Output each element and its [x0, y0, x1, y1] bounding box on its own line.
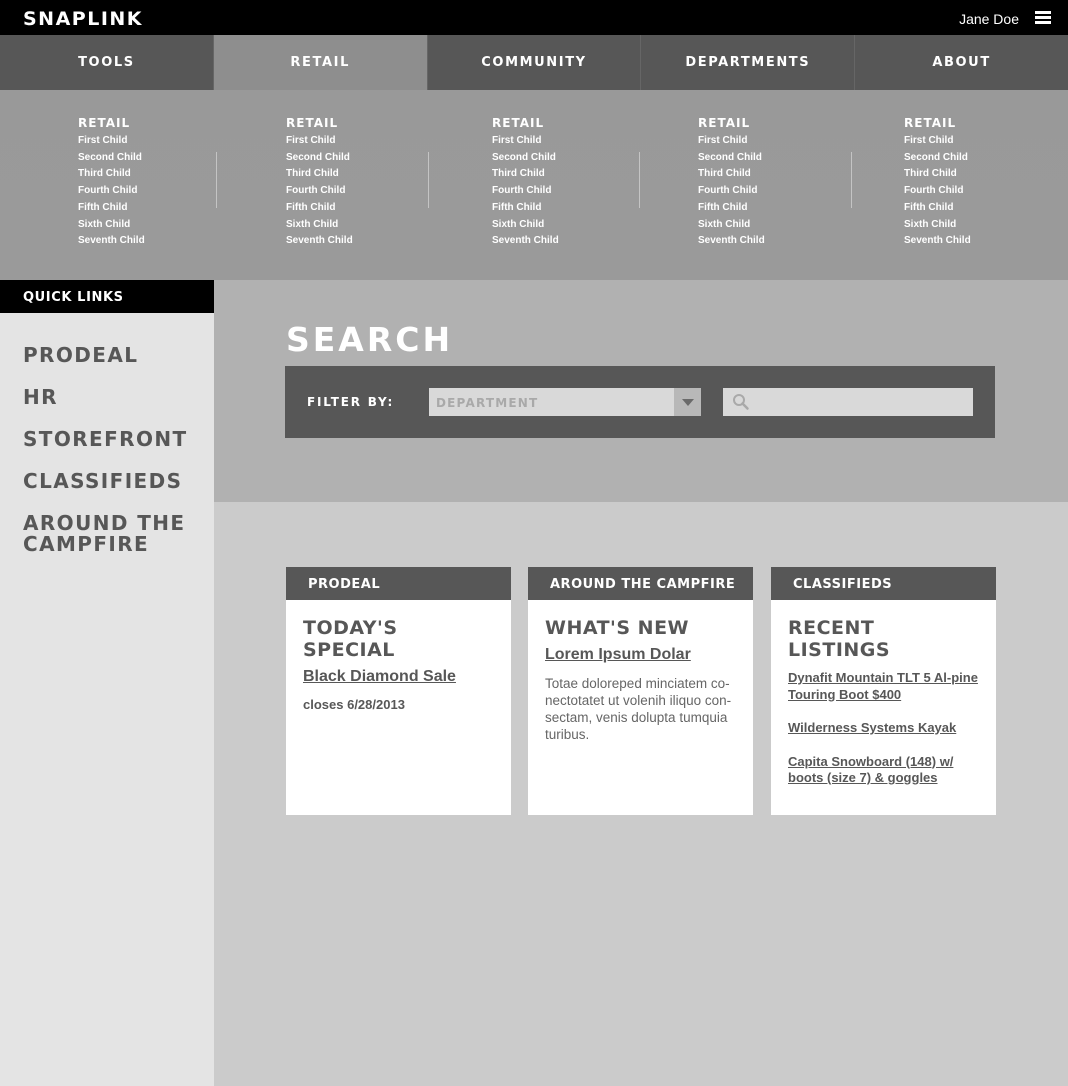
mega-menu-item[interactable]: Fourth Child — [78, 183, 145, 200]
chevron-down-icon[interactable] — [674, 388, 701, 416]
quick-links-list: PRODEAL HR STOREFRONT CLASSIFIEDS AROUND… — [0, 313, 214, 555]
quick-links-heading: QUICK LINKS — [0, 280, 214, 313]
mega-menu-heading[interactable]: RETAIL — [698, 116, 765, 130]
mega-menu-divider — [639, 152, 640, 208]
card-link[interactable]: Black Diamond Sale — [303, 668, 456, 686]
card-body: RECENT LISTINGS Dynafit Mountain TLT 5 A… — [771, 600, 996, 787]
card-body: TODAY'S SPECIAL Black Diamond Sale close… — [286, 600, 511, 712]
mega-menu-heading[interactable]: RETAIL — [78, 116, 145, 130]
mega-menu-column: RETAIL First Child Second Child Third Ch… — [698, 116, 765, 250]
listing-link[interactable]: Wilderness Systems Kayak — [788, 720, 979, 737]
mega-menu-item[interactable]: Second Child — [286, 150, 353, 167]
mega-menu-item[interactable]: Seventh Child — [904, 233, 971, 250]
quick-link-prodeal[interactable]: PRODEAL — [23, 345, 214, 366]
search-section: SEARCH FILTER BY: DEPARTMENT — [214, 280, 1068, 502]
mega-menu-item[interactable]: First Child — [492, 133, 559, 150]
mega-menu-heading[interactable]: RETAIL — [904, 116, 971, 130]
mega-menu-item[interactable]: Seventh Child — [78, 233, 145, 250]
mega-menu-heading[interactable]: RETAIL — [492, 116, 559, 130]
nav-tab-retail[interactable]: RETAIL — [213, 35, 428, 90]
mega-menu-item[interactable]: Seventh Child — [698, 233, 765, 250]
card-title: TODAY'S SPECIAL — [303, 617, 398, 661]
mega-menu-item[interactable]: Sixth Child — [904, 217, 971, 234]
top-bar: SNAPLINK Jane Doe — [0, 0, 1068, 35]
mega-menu-item[interactable]: Sixth Child — [698, 217, 765, 234]
search-input[interactable] — [723, 388, 973, 416]
mega-menu-item[interactable]: Fifth Child — [904, 200, 971, 217]
listing-link[interactable]: Dynafit Mountain TLT 5 Al-pine Touring B… — [788, 670, 979, 703]
mega-menu-item[interactable]: Sixth Child — [286, 217, 353, 234]
mega-menu-item[interactable]: Second Child — [78, 150, 145, 167]
mega-menu-column: RETAIL First Child Second Child Third Ch… — [78, 116, 145, 250]
mega-menu-item[interactable]: Third Child — [78, 166, 145, 183]
search-title: SEARCH — [286, 320, 454, 359]
mega-menu-item[interactable]: Fifth Child — [286, 200, 353, 217]
mega-menu-item[interactable]: Fifth Child — [78, 200, 145, 217]
filter-bar: FILTER BY: DEPARTMENT — [285, 366, 995, 438]
mega-menu-item[interactable]: Second Child — [904, 150, 971, 167]
mega-menu-item[interactable]: First Child — [904, 133, 971, 150]
quick-link-around-the-campfire[interactable]: AROUND THE CAMPFIRE — [23, 513, 193, 555]
mega-menu-heading[interactable]: RETAIL — [286, 116, 353, 130]
mega-menu-item[interactable]: Fifth Child — [492, 200, 559, 217]
quick-link-hr[interactable]: HR — [23, 387, 214, 408]
card-body: WHAT'S NEW Lorem Ipsum Dolar Totae dolor… — [528, 600, 753, 743]
campfire-card: AROUND THE CAMPFIRE WHAT'S NEW Lorem Ips… — [528, 567, 753, 815]
mega-menu: RETAIL First Child Second Child Third Ch… — [0, 90, 1068, 280]
site-logo[interactable]: SNAPLINK — [23, 8, 143, 30]
filter-label: FILTER BY: — [307, 395, 395, 409]
mega-menu-item[interactable]: Third Child — [904, 166, 971, 183]
user-name[interactable]: Jane Doe — [959, 11, 1019, 27]
mega-menu-item[interactable]: Third Child — [698, 166, 765, 183]
prodeal-card: PRODEAL TODAY'S SPECIAL Black Diamond Sa… — [286, 567, 511, 815]
card-text: Totae doloreped minciatem co-nectotatet … — [545, 676, 732, 742]
mega-menu-column: RETAIL First Child Second Child Third Ch… — [286, 116, 353, 250]
nav-tab-about[interactable]: ABOUT — [855, 35, 1068, 90]
mega-menu-item[interactable]: Fifth Child — [698, 200, 765, 217]
nav-tab-tools[interactable]: TOOLS — [0, 35, 214, 90]
quick-links-sidebar: QUICK LINKS PRODEAL HR STOREFRONT CLASSI… — [0, 280, 214, 1086]
card-meta: closes 6/28/2013 — [303, 697, 405, 712]
card-title: WHAT'S NEW — [545, 617, 690, 639]
mega-menu-item[interactable]: Fourth Child — [492, 183, 559, 200]
mega-menu-divider — [851, 152, 852, 208]
mega-menu-item[interactable]: Third Child — [492, 166, 559, 183]
mega-menu-item[interactable]: First Child — [286, 133, 353, 150]
mega-menu-column: RETAIL First Child Second Child Third Ch… — [492, 116, 559, 250]
card-header[interactable]: AROUND THE CAMPFIRE — [528, 567, 753, 600]
mega-menu-item[interactable]: Second Child — [698, 150, 765, 167]
card-link[interactable]: Lorem Ipsum Dolar — [545, 646, 691, 664]
mega-menu-item[interactable]: First Child — [78, 133, 145, 150]
main-nav: TOOLS RETAIL COMMUNITY DEPARTMENTS ABOUT — [0, 35, 1068, 90]
mega-menu-item[interactable]: Sixth Child — [492, 217, 559, 234]
department-select-value: DEPARTMENT — [436, 396, 539, 410]
hamburger-icon[interactable] — [1035, 11, 1051, 24]
mega-menu-item[interactable]: Fourth Child — [904, 183, 971, 200]
mega-menu-item[interactable]: Fourth Child — [286, 183, 353, 200]
mega-menu-item[interactable]: Seventh Child — [492, 233, 559, 250]
nav-tab-departments[interactable]: DEPARTMENTS — [641, 35, 856, 90]
mega-menu-item[interactable]: Third Child — [286, 166, 353, 183]
card-header[interactable]: CLASSIFIEDS — [771, 567, 996, 600]
card-title: RECENT LISTINGS — [788, 617, 891, 661]
mega-menu-item[interactable]: Sixth Child — [78, 217, 145, 234]
card-header[interactable]: PRODEAL — [286, 567, 511, 600]
mega-menu-item[interactable]: Fourth Child — [698, 183, 765, 200]
listing-link[interactable]: Capita Snowboard (148) w/ boots (size 7)… — [788, 754, 979, 787]
mega-menu-column: RETAIL First Child Second Child Third Ch… — [904, 116, 971, 250]
mega-menu-item[interactable]: Seventh Child — [286, 233, 353, 250]
department-select[interactable]: DEPARTMENT — [429, 388, 701, 416]
quick-link-classifieds[interactable]: CLASSIFIEDS — [23, 471, 214, 492]
classifieds-card: CLASSIFIEDS RECENT LISTINGS Dynafit Moun… — [771, 567, 996, 815]
mega-menu-item[interactable]: First Child — [698, 133, 765, 150]
mega-menu-item[interactable]: Second Child — [492, 150, 559, 167]
search-icon — [733, 394, 749, 410]
quick-link-storefront[interactable]: STOREFRONT — [23, 429, 214, 450]
mega-menu-divider — [428, 152, 429, 208]
mega-menu-divider — [216, 152, 217, 208]
nav-tab-community[interactable]: COMMUNITY — [428, 35, 642, 90]
